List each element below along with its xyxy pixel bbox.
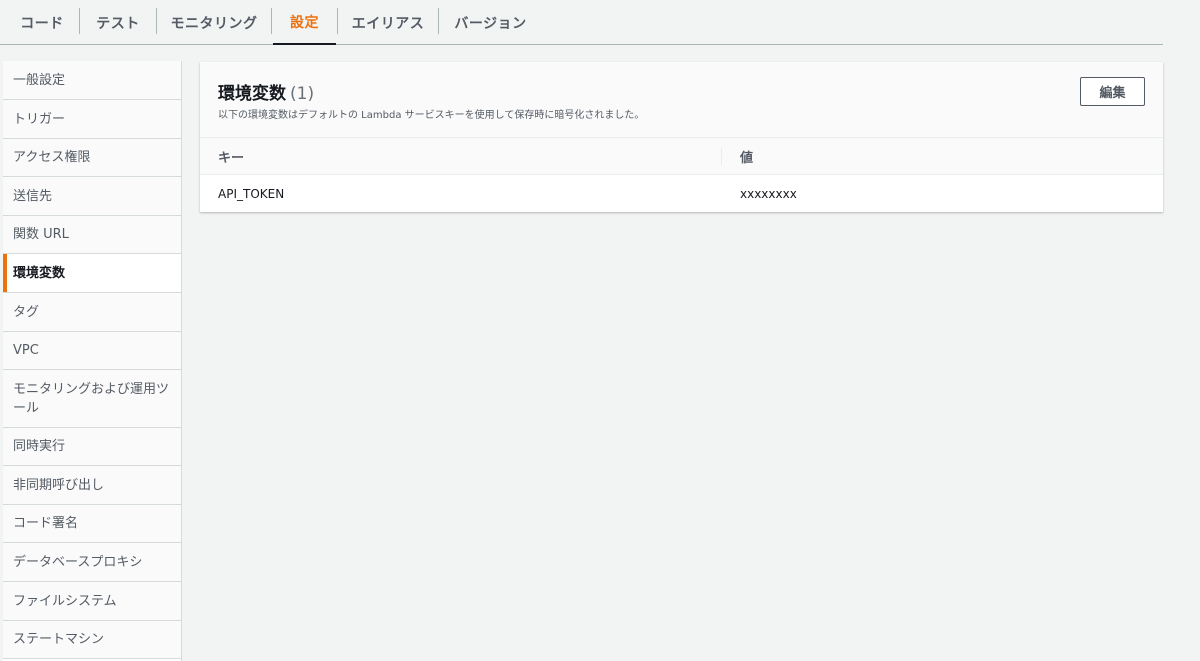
panel-description: 以下の環境変数はデフォルトの Lambda サービスキーを使用して保存時に暗号化… <box>218 110 645 121</box>
tab-versions[interactable]: バージョン <box>439 0 542 45</box>
column-divider <box>721 148 722 165</box>
column-header-value: 値 <box>740 151 754 166</box>
variable-count: (1) <box>290 84 315 104</box>
tab-monitoring[interactable]: モニタリング <box>157 0 271 45</box>
sidebar-item-concurrency[interactable]: 同時実行 <box>3 428 181 466</box>
sidebar-item-file-system[interactable]: ファイルシステム <box>3 582 181 621</box>
sidebar-item-label: モニタリングおよび運用ツール <box>13 381 170 416</box>
sidebar-item-label: 環境変数 <box>13 265 66 281</box>
panel-title-text: 環境変数 <box>218 84 286 104</box>
sidebar-item-destinations[interactable]: 送信先 <box>3 177 181 216</box>
panel-title: 環境変数 (1) <box>218 79 314 104</box>
sidebar-item-label: 非同期呼び出し <box>13 477 105 493</box>
sidebar-item-triggers[interactable]: トリガー <box>3 100 181 139</box>
sidebar-item-label: コード署名 <box>13 516 79 531</box>
sidebar-item-monitoring-tools[interactable]: モニタリングおよび運用ツール <box>3 370 181 428</box>
tab-bar: コード テスト モニタリング 設定 エイリアス バージョン <box>0 0 1163 45</box>
sidebar-item-database-proxy[interactable]: データベースプロキシ <box>3 543 181 582</box>
tab-test[interactable]: テスト <box>80 0 156 45</box>
sidebar-item-environment-variables[interactable]: 環境変数 <box>3 254 181 293</box>
variable-value-cell: xxxxxxxx <box>740 186 797 201</box>
sidebar-item-async-invocation[interactable]: 非同期呼び出し <box>3 466 181 505</box>
tab-settings[interactable]: 設定 <box>273 0 336 45</box>
panel-header: 環境変数 (1) 以下の環境変数はデフォルトの Lambda サービスキーを使用し… <box>200 62 1163 138</box>
environment-variables-panel: 環境変数 (1) 以下の環境変数はデフォルトの Lambda サービスキーを使用し… <box>200 62 1163 212</box>
settings-sidebar: 一般設定 トリガー アクセス権限 送信先 関数 URL 環境変数 タグ VPC … <box>3 61 182 661</box>
sidebar-item-code-signing[interactable]: コード署名 <box>3 505 181 543</box>
sidebar-item-label: VPC <box>13 343 39 358</box>
sidebar-item-tags[interactable]: タグ <box>3 293 181 332</box>
table-row: API_TOKEN xxxxxxxx <box>200 175 1163 212</box>
sidebar-item-label: ファイルシステム <box>13 593 117 609</box>
tab-divider <box>271 8 272 34</box>
sidebar-item-label: データベースプロキシ <box>13 554 143 570</box>
sidebar-item-label: トリガー <box>13 111 66 127</box>
sidebar-item-label: ステートマシン <box>13 632 105 647</box>
variable-key-cell: API_TOKEN <box>218 186 285 201</box>
sidebar-item-state-machine[interactable]: ステートマシン <box>3 621 181 659</box>
sidebar-item-vpc[interactable]: VPC <box>3 332 181 370</box>
sidebar-item-label: 送信先 <box>13 188 53 204</box>
tab-aliases[interactable]: エイリアス <box>338 0 438 45</box>
edit-button[interactable]: 編集 <box>1080 77 1145 106</box>
tab-code[interactable]: コード <box>6 0 78 45</box>
table-header: キー 値 <box>200 138 1163 175</box>
sidebar-item-label: 一般設定 <box>13 72 66 88</box>
sidebar-item-function-url[interactable]: 関数 URL <box>3 216 181 254</box>
column-header-key: キー <box>218 151 245 166</box>
sidebar-item-label: 同時実行 <box>13 439 66 454</box>
sidebar-item-general[interactable]: 一般設定 <box>3 61 181 100</box>
sidebar-item-permissions[interactable]: アクセス権限 <box>3 139 181 177</box>
sidebar-item-label: タグ <box>13 304 40 320</box>
sidebar-item-label: 関数 URL <box>13 227 69 242</box>
sidebar-item-label: アクセス権限 <box>13 150 91 165</box>
